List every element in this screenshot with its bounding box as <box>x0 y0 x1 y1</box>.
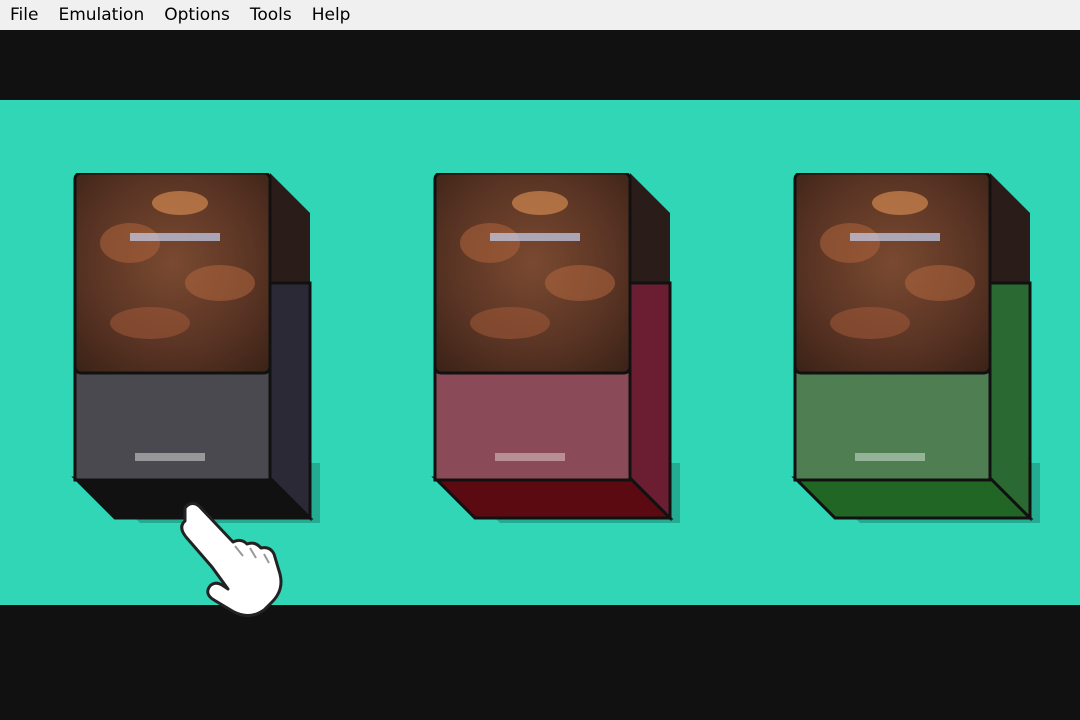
menu-emulation[interactable]: Emulation <box>48 0 154 30</box>
deck-box-green[interactable] <box>790 173 1050 533</box>
menu-options[interactable]: Options <box>154 0 240 30</box>
emulator-screen <box>0 30 1080 720</box>
game-stage <box>0 100 1080 617</box>
deck-box-green-graphic <box>791 173 1040 523</box>
menu-bar: File Emulation Options Tools Help <box>0 0 1080 31</box>
menu-tools[interactable]: Tools <box>240 0 302 30</box>
pointing-hand-icon <box>180 500 290 640</box>
deck-box-red[interactable] <box>430 173 690 533</box>
deck-box-black-graphic <box>71 173 320 523</box>
deck-box-red-graphic <box>431 173 680 523</box>
menu-help[interactable]: Help <box>302 0 361 30</box>
menu-file[interactable]: File <box>0 0 48 30</box>
deck-box-black[interactable] <box>70 173 330 533</box>
